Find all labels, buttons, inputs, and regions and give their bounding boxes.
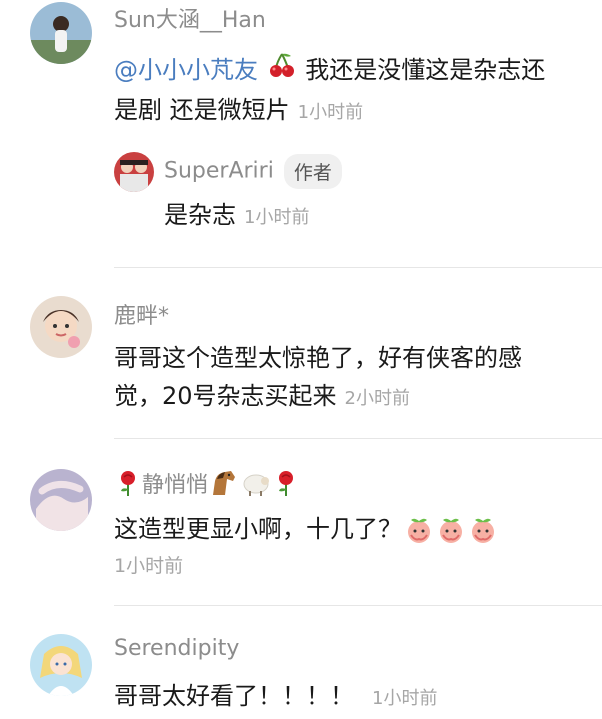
reply-text: 是杂志 1小时前: [164, 195, 309, 238]
rose-icon: [115, 469, 141, 503]
mention-link[interactable]: @小小小芃友: [114, 56, 258, 84]
comment-text-content: 哥哥太好看了！！！！: [114, 682, 354, 710]
avatar[interactable]: [30, 634, 92, 696]
avatar[interactable]: [30, 2, 92, 64]
timestamp: 2小时前: [344, 388, 410, 409]
username[interactable]: Sun大涵__Han: [114, 2, 266, 34]
comment-item: 鹿畔* 哥哥这个造型太惊艳了，好有侠客的感 觉，20号杂志买起来 2小时前: [0, 268, 602, 438]
peach-emoji-icon: [404, 515, 434, 545]
reply-username[interactable]: SuperAriri: [164, 159, 274, 184]
peach-emoji-icon: [436, 515, 466, 545]
reply-username-row: SuperAriri 作者: [164, 154, 342, 189]
horse-icon: [209, 469, 239, 503]
timestamp: 1小时前: [297, 102, 364, 123]
reply-text-content: 是杂志: [164, 201, 236, 229]
username-row: 静悄悄: [114, 467, 300, 503]
timestamp: 1小时前: [114, 555, 184, 577]
rose-icon: [273, 469, 299, 503]
cherry-icon: [267, 50, 297, 92]
comment-text: 这造型更显小啊，十几了？: [114, 509, 498, 549]
author-badge: 作者: [283, 154, 342, 189]
peach-emoji-icon: [468, 515, 498, 545]
timestamp-row: 1小时前: [114, 551, 183, 578]
reply-avatar[interactable]: [114, 152, 154, 192]
avatar[interactable]: [30, 296, 92, 358]
comment-item: 静悄悄 这造型更显小啊，十几了？ 1小时前: [0, 439, 602, 605]
comment-item: Sun大涵__Han @小小小芃友 我还是没懂这是杂志还 是剧 还是微短片 1小时…: [0, 0, 602, 268]
username[interactable]: 鹿畔*: [114, 298, 169, 330]
sheep-icon: [241, 469, 271, 503]
avatar[interactable]: [30, 469, 92, 531]
comment-text-content: 觉，20号杂志买起来: [114, 382, 337, 410]
comment-text: 哥哥太好看了！！！！ 1小时前: [114, 676, 437, 719]
timestamp: 1小时前: [244, 207, 310, 228]
comment-text-line2: 是剧 还是微短片 1小时前: [114, 90, 363, 133]
comment-item: Serendipity 哥哥太好看了！！！！ 1小时前: [0, 606, 602, 717]
comment-text-line1: 我还是没懂这是杂志还: [297, 56, 546, 84]
comment-text-content: 是剧 还是微短片: [114, 96, 290, 124]
comment-text-line2: 觉，20号杂志买起来 2小时前: [114, 376, 410, 419]
username[interactable]: Serendipity: [114, 636, 239, 661]
timestamp: 1小时前: [372, 688, 438, 709]
comment-text: @小小小芃友 我还是没懂这是杂志还: [114, 50, 545, 92]
username[interactable]: 静悄悄: [142, 473, 208, 498]
comment-text-line1: 哥哥这个造型太惊艳了，好有侠客的感: [114, 344, 522, 372]
comment-text-content: 这造型更显小啊，十几了？: [114, 515, 402, 543]
